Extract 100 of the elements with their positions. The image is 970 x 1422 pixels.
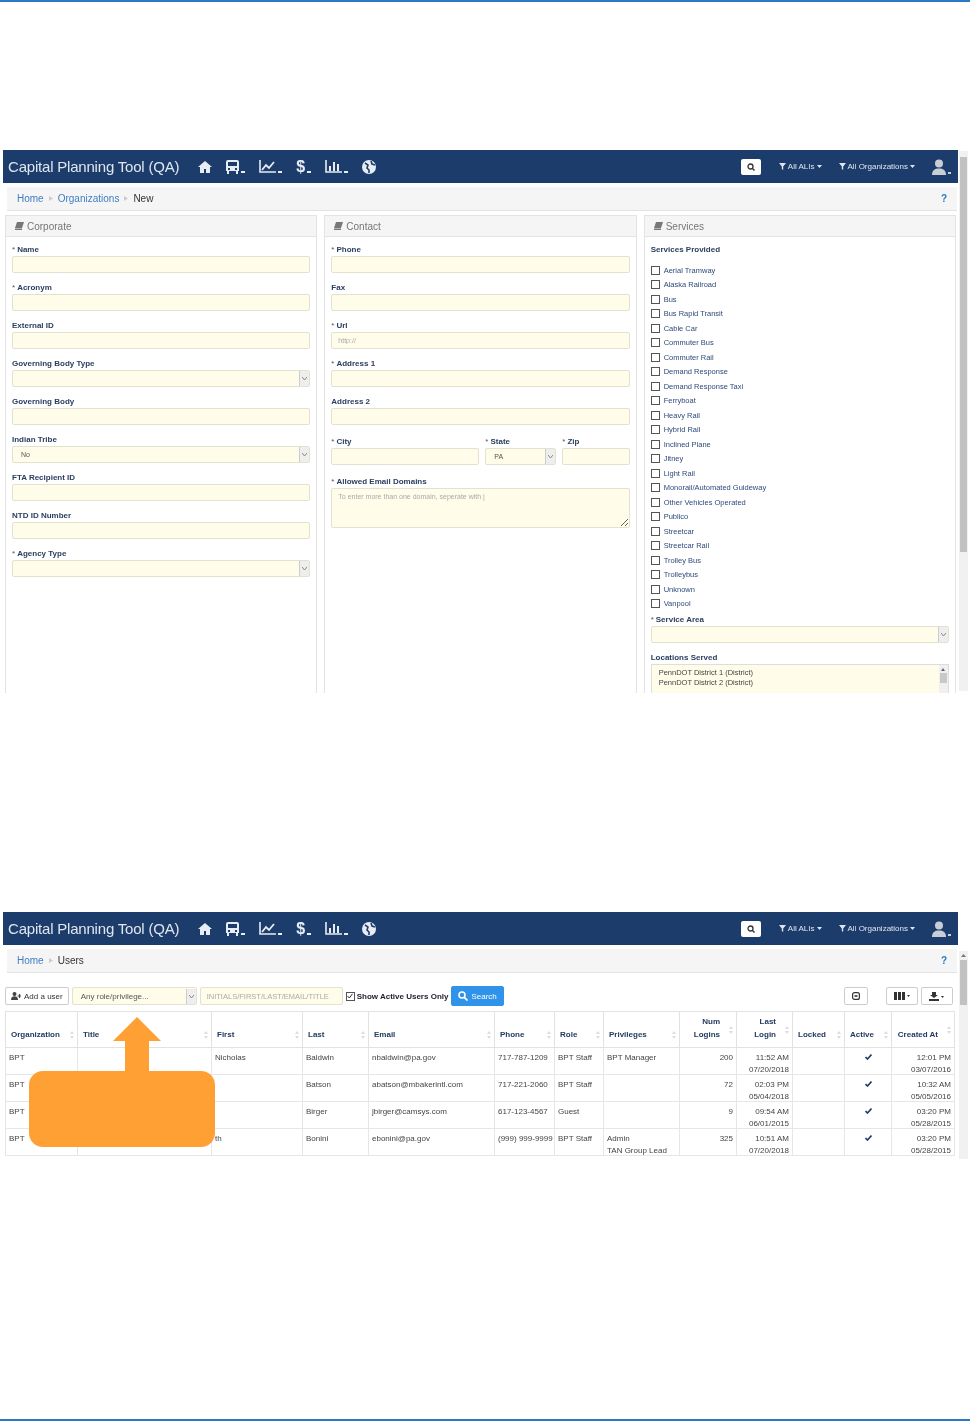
app-title[interactable]: Capital Planning Tool (QA): [8, 158, 180, 175]
input-field[interactable]: [12, 484, 311, 501]
globe-icon: [362, 921, 377, 936]
field-label: Indian Tribe: [12, 434, 58, 446]
input-field[interactable]: [331, 256, 630, 273]
table-cell: Guest: [555, 1102, 604, 1129]
column-header[interactable]: Privileges: [604, 1011, 680, 1048]
export-button[interactable]: [921, 987, 953, 1005]
field-label: * Name: [12, 244, 40, 256]
breadcrumb-link[interactable]: Home: [17, 955, 44, 966]
table-cell: 717-787-1209: [495, 1048, 555, 1075]
filter-icon: [838, 163, 846, 170]
column-header[interactable]: Role: [555, 1011, 604, 1048]
input-field[interactable]: [331, 448, 480, 465]
add-user-button[interactable]: Add a user: [5, 987, 69, 1005]
column-header[interactable]: First: [212, 1011, 303, 1048]
scrollbar-thumb[interactable]: [960, 157, 967, 552]
user-menu-button[interactable]: [932, 158, 952, 175]
search-icon: [746, 924, 755, 933]
column-header[interactable]: Num Logins: [680, 1011, 737, 1048]
caret-icon: [307, 932, 312, 935]
column-header[interactable]: Active: [845, 1011, 892, 1048]
field-label: * Service Area: [650, 614, 705, 626]
field-label: Fax: [331, 282, 347, 294]
input-field[interactable]: [331, 294, 630, 311]
app-title[interactable]: Capital Planning Tool (QA): [8, 920, 180, 937]
scrollbar[interactable]: [939, 665, 948, 693]
scroll-arrow-icon[interactable]: [941, 668, 946, 671]
user-icon: [932, 920, 952, 937]
breadcrumb-link[interactable]: Home: [17, 193, 44, 204]
table-cell: 717-221-2060: [495, 1075, 555, 1102]
caret-icon: [241, 932, 246, 935]
filter-icon: [778, 163, 786, 170]
column-header[interactable]: Email: [369, 1011, 495, 1048]
download-icon: [929, 991, 945, 1001]
table-cell: (999) 999-9999: [495, 1129, 555, 1156]
filter-dropdown[interactable]: All Organizations: [838, 162, 915, 171]
input-field[interactable]: [331, 408, 630, 425]
scroll-arrow-icon[interactable]: [961, 954, 966, 957]
book-icon: [334, 222, 344, 230]
user-menu-button[interactable]: [932, 920, 952, 937]
filter-dropdown[interactable]: All Organizations: [838, 924, 915, 933]
table-cell: ebonini@pa.gov: [369, 1129, 495, 1156]
breadcrumb-current: Users: [57, 955, 84, 966]
caret-icon: [910, 927, 915, 930]
active-users-checkbox[interactable]: Show Active Users Only: [345, 991, 449, 1001]
table-cell: 9: [680, 1102, 737, 1129]
input-field[interactable]: [12, 256, 311, 273]
caret-icon: [816, 927, 822, 930]
table-cell: Birger: [303, 1102, 369, 1129]
column-header[interactable]: Last: [303, 1011, 369, 1048]
nav-menu-button[interactable]: $: [289, 918, 319, 939]
field-label: External ID: [12, 320, 55, 332]
search-icon: [458, 991, 469, 1001]
caret-icon: [278, 932, 283, 935]
table-cell: 200: [680, 1048, 737, 1075]
column-header[interactable]: Locked: [793, 1011, 845, 1048]
column-header[interactable]: Phone: [495, 1011, 555, 1048]
line-chart-icon: [259, 160, 277, 173]
bus-icon: [226, 159, 240, 174]
caret-icon: [344, 170, 349, 173]
field-label: * Allowed Email Domains: [331, 476, 428, 488]
filter-dropdown[interactable]: All ALIs: [778, 162, 822, 171]
table-cell: 11:52 AM 07/20/2018: [737, 1048, 793, 1075]
scrollbar[interactable]: [959, 951, 968, 1159]
input-field[interactable]: [12, 522, 311, 539]
input-field[interactable]: [12, 408, 311, 425]
sort-icon: [729, 1026, 733, 1034]
help-link[interactable]: ?: [940, 193, 947, 204]
table-cell: 02:03 PM 05/04/2018: [737, 1075, 793, 1102]
scrollbar[interactable]: [959, 151, 968, 691]
column-header[interactable]: Last Login: [737, 1011, 793, 1048]
select-field[interactable]: [650, 626, 949, 643]
column-header[interactable]: Organization: [5, 1011, 78, 1048]
input-field[interactable]: [12, 294, 311, 311]
role-select[interactable]: Any role/privilege...: [71, 987, 197, 1005]
input-field[interactable]: [562, 448, 630, 465]
search-button[interactable]: [740, 920, 761, 937]
scrollbar-thumb[interactable]: [960, 960, 967, 1005]
search-button[interactable]: [740, 158, 761, 175]
toggle-button[interactable]: [844, 987, 868, 1005]
column-header[interactable]: Created At: [892, 1011, 955, 1048]
nav-menu-button[interactable]: $: [289, 156, 319, 177]
table-cell: 617-123-4567: [495, 1102, 555, 1129]
scrollbar-thumb[interactable]: [940, 673, 947, 683]
breadcrumb-link[interactable]: Organizations: [57, 193, 120, 204]
filter-icon: [778, 925, 786, 932]
input-field[interactable]: [331, 370, 630, 387]
filter-dropdown[interactable]: All ALIs: [778, 924, 822, 933]
globe-icon: [362, 159, 377, 174]
panel-title: Contact: [346, 220, 381, 232]
columns-button[interactable]: [886, 987, 918, 1005]
bar-chart-icon: [325, 922, 343, 935]
input-field[interactable]: [12, 332, 311, 349]
breadcrumb-separator-icon: [124, 196, 129, 201]
dollar-icon: $: [296, 158, 306, 175]
select-field[interactable]: [12, 560, 311, 577]
help-link[interactable]: ?: [940, 955, 947, 966]
select-field[interactable]: [12, 370, 311, 387]
user-icon: [932, 158, 952, 175]
